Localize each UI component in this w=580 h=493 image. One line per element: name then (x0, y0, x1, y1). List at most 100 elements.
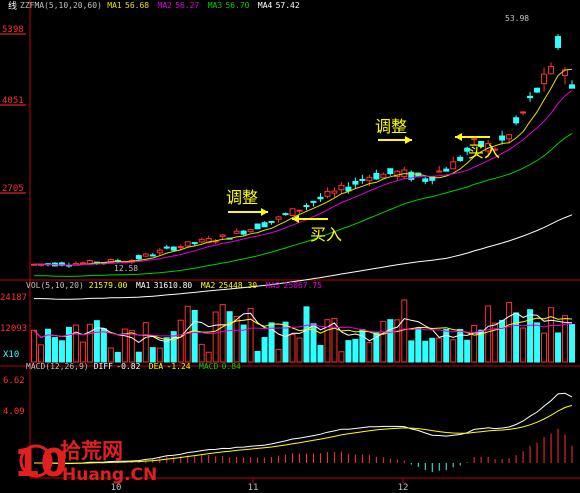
min-price-label: 12.58 (114, 264, 138, 273)
volume-bar (142, 322, 149, 363)
volume-bar (506, 301, 513, 363)
max-price-label: 53.98 (505, 14, 529, 23)
volume-bar (534, 322, 541, 363)
header-item-value: -0.82 (116, 362, 140, 371)
volume-bar (261, 337, 268, 363)
candle-body (359, 178, 366, 181)
candle-body (436, 170, 443, 173)
candle-body (184, 241, 191, 247)
volume-bar (408, 340, 415, 363)
candle-body (555, 36, 562, 48)
header-item-name: DIFF (94, 362, 113, 371)
volume-bar (37, 344, 44, 363)
candle-body (240, 230, 247, 235)
volume-bar (569, 323, 575, 363)
header-item-name: MA2 (201, 281, 216, 290)
annotation-text: 买入 (468, 142, 500, 161)
volume-unit-label: X10 (3, 350, 19, 360)
candle-body (471, 138, 478, 141)
volume-bar (555, 332, 562, 363)
volume-bar (429, 337, 436, 363)
volume-bar (464, 339, 471, 363)
candle-body (177, 246, 184, 249)
header-item-name: MA2 (158, 1, 173, 10)
header-item-value: 57.42 (276, 1, 300, 10)
candle-body (233, 230, 240, 234)
candle-body (247, 229, 254, 233)
volume-bar (352, 338, 359, 363)
annotation-text: 调整 (375, 117, 407, 136)
candle-body (317, 196, 324, 200)
candle-body (569, 84, 575, 89)
candle-body (254, 223, 261, 230)
candle-body (268, 220, 275, 223)
candle-body (289, 208, 296, 216)
volume-header: VOL(5,10,20) 21579.00 MA1 31610.80 MA2 25448.… (26, 281, 322, 290)
candle-body (303, 205, 310, 208)
volume-bar (401, 299, 408, 363)
volume-bar (338, 351, 345, 363)
candle-body (443, 168, 450, 172)
volume-bar (79, 341, 86, 363)
volume-bar (443, 328, 450, 363)
candle-body (275, 216, 282, 220)
header-item-name: DEA (149, 362, 164, 371)
corner-label: 线 (8, 0, 17, 12)
volume-bar (149, 347, 156, 363)
volume-bar (177, 319, 184, 363)
header-item-name: MA1 (107, 1, 122, 10)
candle-body (513, 117, 520, 124)
header-item-value: 25067.75 (284, 281, 323, 290)
volume-bar (527, 309, 534, 363)
candle-body (450, 161, 457, 170)
volume-bar (254, 350, 261, 363)
candle-body (79, 262, 86, 265)
macd-tick-label: 6.62 (3, 376, 25, 386)
volume-bar (212, 311, 219, 363)
volume-bar (86, 323, 93, 363)
candle-body (163, 246, 170, 249)
volume-bar (31, 329, 37, 363)
candle-body (534, 87, 541, 93)
volume-bar (114, 351, 121, 363)
macd-tick-label: 4.09 (3, 407, 25, 417)
header-item-name: MACD (199, 362, 218, 371)
volume-bar (289, 334, 296, 363)
header-item-value: 21579.00 (89, 281, 128, 290)
header-item-name: MA1 (136, 281, 151, 290)
volume-bar (51, 337, 58, 363)
volume-tick-label: 12093 (0, 324, 27, 334)
candle-body (422, 178, 429, 182)
volume-bar (422, 340, 429, 363)
volume-bar (58, 340, 65, 363)
volume-bar (450, 339, 457, 363)
header-label: ZZFMA(5,10,20,60) (20, 1, 102, 10)
volume-bar (541, 332, 548, 363)
header-item-value: 56.70 (225, 1, 249, 10)
volume-bar (219, 304, 226, 363)
volume-bar (303, 306, 310, 363)
volume-bar (345, 340, 352, 363)
logo-brand-en: Huang.CN (62, 465, 157, 485)
header-label: MACD(12,26,9) (26, 362, 89, 371)
candle-body (527, 95, 534, 99)
x-tick-label: 12 (398, 483, 409, 493)
volume-bar (44, 328, 51, 363)
header-item-value: 25448.30 (219, 281, 258, 290)
volume-tick-label: 24187 (0, 293, 27, 303)
candle-body (282, 213, 289, 216)
volume-bar (233, 315, 240, 363)
volume-bar (107, 347, 114, 363)
x-tick-label: 11 (248, 483, 259, 493)
header-item-name: MA3 (208, 1, 223, 10)
header-item-value: 0.84 (222, 362, 241, 371)
candle-body (373, 172, 380, 180)
volume-bar (499, 319, 506, 363)
volume-bar (205, 351, 212, 363)
candle-body (366, 176, 373, 182)
volume-bar (359, 329, 366, 363)
candle-body (296, 209, 303, 212)
volume-bar (226, 311, 233, 363)
header-label: VOL(5,10,20) (26, 281, 84, 290)
header-item-value: -1.24 (167, 362, 191, 371)
